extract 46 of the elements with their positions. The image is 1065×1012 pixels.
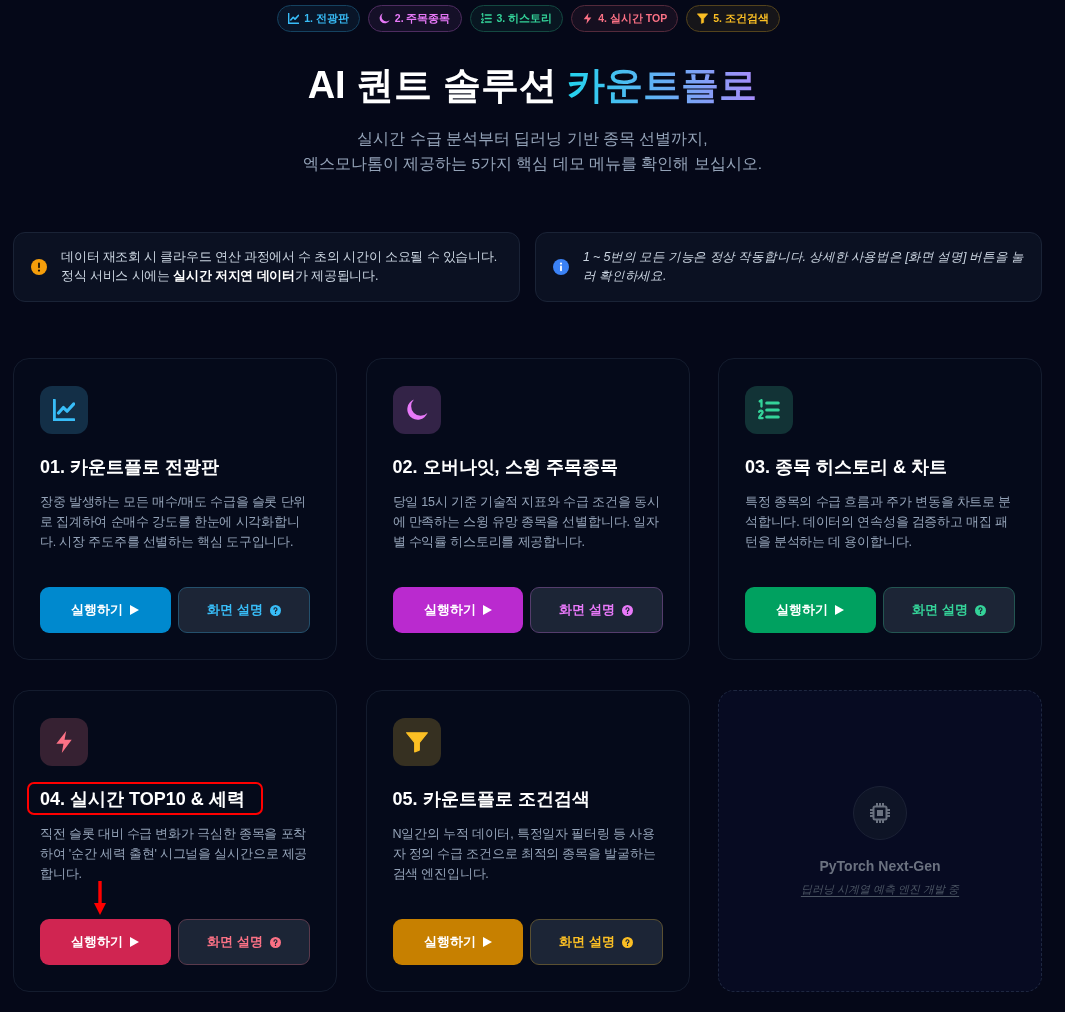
funnel-icon (392, 718, 441, 766)
card-subtitle: 딥러닝 시계열 예측 엔진 개발 중 (800, 881, 960, 897)
funnel-icon (697, 13, 709, 24)
card-title: 03. 종목 히스토리 & 차트 (745, 455, 948, 479)
run-button[interactable]: 실행하기 (40, 919, 171, 965)
play-icon (130, 937, 140, 947)
help-button[interactable]: 화면 설명 (177, 587, 310, 633)
card-title: 02. 오버나잇, 스윙 주목종목 (392, 455, 618, 479)
play-icon (482, 937, 492, 947)
card-title: 04. 실시간 TOP10 & 세력 (40, 787, 245, 811)
help-button[interactable]: 화면 설명 (177, 919, 310, 965)
warning-icon (31, 259, 47, 275)
moon-icon (378, 13, 390, 24)
help-button[interactable]: 화면 설명 (530, 587, 663, 633)
card-description: 특정 종목의 수급 흐름과 주가 변동을 차트로 분석합니다. 데이터의 연속성을 검증하고 매집 패턴을 분석하는 데 용이합니다. (745, 494, 1013, 551)
line-chart-icon (288, 13, 300, 24)
nav-tab[interactable]: 4. 실시간 TOP (571, 5, 679, 32)
card-description: 장중 발생하는 모든 매수/매도 수급을 슬롯 단위로 집계하여 순매수 강도를 한눈에 시각화합니다. 시장 주도주를 선별하는 핵심 도구입니다. (40, 494, 308, 551)
help-button[interactable]: 화면 설명 (882, 587, 1015, 633)
card-description: N일간의 누적 데이터, 특정일자 필터링 등 사용자 정의 수급 조건으로 최적의 종목을 발굴하는 검색 엔진입니다. (392, 826, 657, 883)
play-icon (835, 605, 845, 615)
info-icon (553, 259, 569, 275)
page-subtitle: 실시간 수급 분석부터 딥러닝 기반 종목 선별까지, 엑스모나톰이 제공하는 5가지 핵심 데모 메뉴를 확인해 보십시오. (302, 129, 763, 174)
notice-text: 데이터 재조회 시 클라우드 연산 과정에서 수 초의 시간이 소요될 수 있습니다. 정식 서비스 시에는 실시간 저지연 데이터가 제공됩니다. (61, 249, 499, 285)
run-button[interactable]: 실행하기 (392, 587, 523, 633)
card-title: 01. 카운트플로 전광판 (40, 455, 220, 479)
line-chart-icon (40, 386, 88, 434)
lightning-icon (582, 13, 594, 24)
play-icon (482, 605, 492, 615)
numbered-list-icon (480, 13, 492, 24)
nav-tab[interactable]: 3. 히스토리 (469, 5, 564, 32)
run-button[interactable]: 실행하기 (40, 587, 171, 633)
card-description: 직전 슬롯 대비 수급 변화가 극심한 종목을 포착하여 '순간 세력 출현' 시그널을 실시간으로 제공합니다. (40, 826, 309, 883)
card-title: 05. 카운트플로 조건검색 (392, 787, 590, 811)
lightning-icon (40, 718, 88, 766)
nav-tab[interactable]: 2. 주목종목 (367, 5, 462, 32)
numbered-list-icon (745, 386, 793, 434)
play-icon (130, 605, 140, 615)
card-description: 당일 15시 기준 기술적 지표와 수급 조건을 동시에 만족하는 스윙 유망 종목을 선별합니다. 일자별 수익률 히스토리를 제공합니다. (392, 494, 661, 551)
help-button[interactable]: 화면 설명 (530, 919, 663, 965)
moon-icon (392, 386, 441, 434)
card-title: PyTorch Next-Gen (819, 856, 941, 876)
page-title: AI 퀀트 솔루션 카운트플로 (307, 63, 758, 108)
nav-tab[interactable]: 5. 조건검색 (686, 5, 780, 32)
nav-tab[interactable]: 1. 전광판 (277, 5, 360, 32)
notice-text: 1 ~ 5번의 모든 기능은 정상 작동합니다. 상세한 사용법은 [화면 설명] 버튼을 눌러 확인하세요. (583, 249, 1025, 285)
